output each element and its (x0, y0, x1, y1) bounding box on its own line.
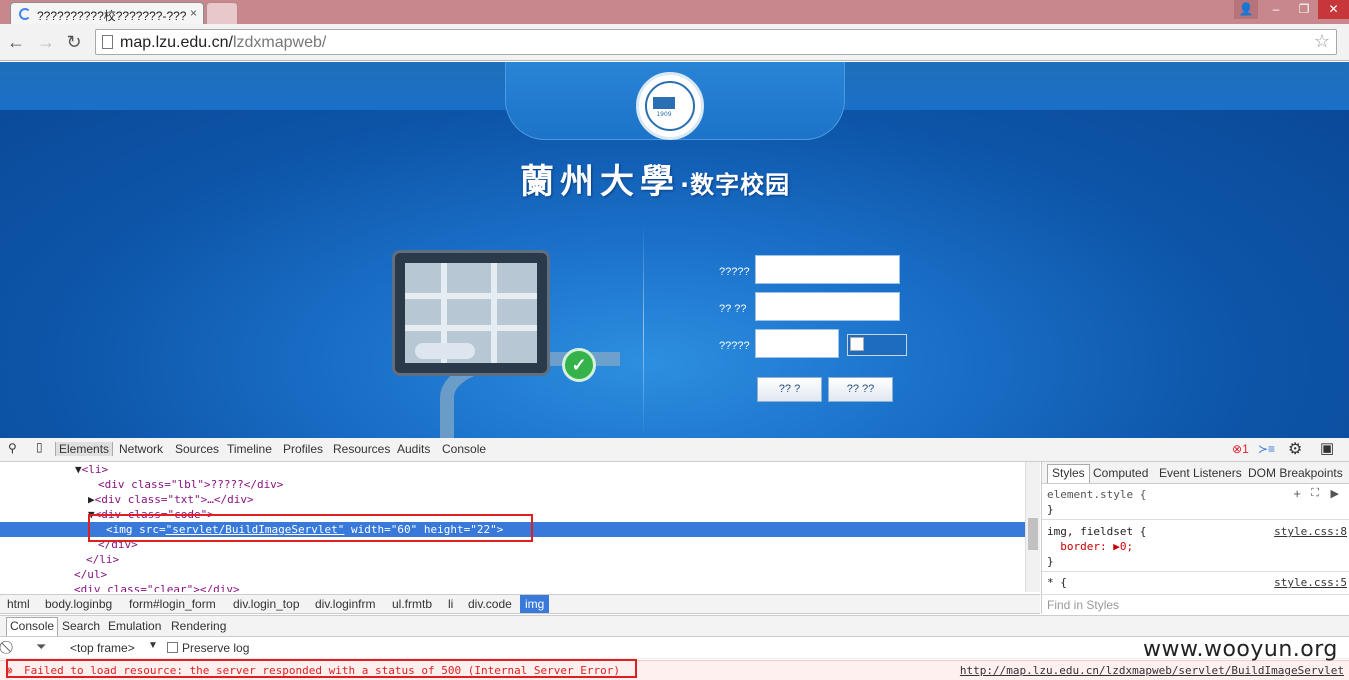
tab-dom-breakpoints[interactable]: DOM Breakpoints (1248, 466, 1343, 480)
rule-universal-selector[interactable]: * { (1047, 576, 1067, 589)
drawer-tab-emulation[interactable]: Emulation (108, 619, 161, 633)
site-title: 蘭州大學·数字校园 (520, 162, 791, 202)
dock-side-icon[interactable]: ▣ (1320, 439, 1334, 457)
toggle-state-icon[interactable]: ⛶ (1311, 487, 1319, 500)
crumb-li[interactable]: li (448, 597, 453, 611)
tab-sources[interactable]: Sources (175, 442, 219, 456)
elements-scrollbar[interactable] (1025, 462, 1040, 592)
tab-event-listeners[interactable]: Event Listeners (1159, 466, 1242, 480)
styles-pane: Styles Computed Event Listeners DOM Brea… (1041, 462, 1349, 614)
bookmark-star-icon[interactable]: ☆ (1314, 31, 1330, 52)
tab-resources[interactable]: Resources (333, 442, 390, 456)
login-page: 1909 蘭州大學·数字校园 ✓ ????? ?? ?? ????? ?? ? … (0, 62, 1349, 438)
crumb-ul-frmtb[interactable]: ul.frmtb (392, 597, 432, 611)
reset-button[interactable]: ?? ?? (828, 377, 893, 402)
add-rule-icon[interactable]: + (1293, 486, 1301, 501)
find-in-styles-input[interactable]: Find in Styles (1047, 598, 1119, 612)
rule-img-fieldset-selector[interactable]: img, fieldset { (1047, 525, 1146, 538)
browser-tab-active[interactable]: ??????????校???????-??? × (10, 2, 204, 24)
tab-computed[interactable]: Computed (1093, 466, 1148, 480)
console-error-source-link[interactable]: http://map.lzu.edu.cn/lzdxmapweb/servlet… (960, 664, 1344, 677)
tab-console[interactable]: Console (442, 442, 486, 456)
tab-audits[interactable]: Audits (397, 442, 430, 456)
dom-node-div-txt[interactable]: ▶<div class="txt">…</div> (88, 492, 1040, 507)
browser-toolbar: ← → ↻ map.lzu.edu.cn/lzdxmapweb/ ☆ (0, 24, 1349, 61)
drawer-toggle-icon[interactable]: ≻≡ (1258, 442, 1275, 456)
crumb-form[interactable]: form#login_form (129, 597, 216, 611)
loading-spinner-icon (19, 8, 31, 20)
verification-code-label: ????? (719, 340, 750, 352)
drawer-tab-console[interactable]: Console (6, 617, 59, 636)
username-input[interactable] (755, 255, 900, 284)
address-url: map.lzu.edu.cn/lzdxmapweb/ (120, 34, 327, 51)
check-icon: ✓ (562, 348, 596, 382)
highlight-box-console-error (6, 659, 637, 678)
dom-node-ul-close[interactable]: </ul> (74, 567, 1040, 582)
highlight-box-img-node (88, 514, 533, 542)
crumb-div-code[interactable]: div.code (468, 597, 512, 611)
breadcrumb: html body.loginbg form#login_form div.lo… (0, 594, 1040, 614)
devtools-toolbar: ⚲ ▯ Elements Network Sources Timeline Pr… (0, 438, 1349, 462)
crumb-body[interactable]: body.loginbg (45, 597, 112, 611)
drawer-tabs: Console Search Emulation Rendering (0, 615, 1349, 637)
new-tab-button[interactable] (206, 2, 238, 24)
preserve-log-checkbox[interactable] (167, 642, 178, 653)
divider (643, 222, 644, 438)
minimize-button[interactable]: ‒ (1262, 0, 1290, 19)
tab-timeline[interactable]: Timeline (227, 442, 272, 456)
university-seal-logo: 1909 (636, 72, 704, 140)
tab-close-icon[interactable]: × (190, 6, 197, 20)
rule-border-property[interactable]: border: ▶0; (1047, 540, 1133, 553)
frame-dropdown-icon[interactable]: ▼ (148, 640, 158, 651)
filter-icon[interactable]: ⏷ (36, 639, 46, 655)
captcha-image[interactable] (847, 334, 907, 356)
broken-image-icon (850, 337, 864, 351)
crumb-img[interactable]: img (520, 595, 550, 613)
watermark: www.wooyun.org (1143, 637, 1338, 662)
reload-icon[interactable]: ↻ (64, 32, 84, 52)
element-style-selector[interactable]: element.style { (1047, 488, 1146, 501)
error-count-badge[interactable]: ⊗1 (1232, 442, 1249, 456)
tab-profiles[interactable]: Profiles (283, 442, 323, 456)
dom-node-li-close[interactable]: </li> (86, 552, 1040, 567)
user-profile-icon[interactable]: 👤 (1234, 0, 1258, 19)
tab-styles[interactable]: Styles (1047, 464, 1090, 483)
tab-title: ??????????校???????-??? (37, 9, 187, 23)
device-mode-icon[interactable]: ▯ (36, 440, 43, 454)
crumb-div-loginfrm[interactable]: div.loginfrm (315, 597, 375, 611)
rule-img-fieldset-close: } (1047, 555, 1054, 568)
crumb-html[interactable]: html (7, 597, 30, 611)
dom-node-div-clear[interactable]: <div class="clear"></div> (74, 582, 1040, 592)
animation-play-icon[interactable]: ▶ (1331, 487, 1339, 500)
tab-network[interactable]: Network (119, 442, 163, 456)
back-icon[interactable]: ← (6, 32, 26, 52)
tab-elements[interactable]: Elements (55, 442, 114, 456)
rule-img-fieldset-source[interactable]: style.css:8 (1274, 525, 1347, 538)
restore-button[interactable]: ❐ (1290, 0, 1318, 19)
drawer-tab-rendering[interactable]: Rendering (171, 619, 226, 633)
rule-universal-source[interactable]: style.css:5 (1274, 576, 1347, 589)
element-style-close: } (1047, 503, 1054, 516)
password-input[interactable] (755, 292, 900, 321)
password-label: ?? ?? (719, 303, 747, 315)
dom-node-li[interactable]: ▼<li> (75, 462, 1040, 477)
username-label: ????? (719, 266, 750, 278)
browser-title-bar: ??????????校???????-??? × 👤 ‒ ❐ ✕ (0, 0, 1349, 24)
dom-node-div-lbl[interactable]: <div class="lbl">?????</div> (98, 477, 1040, 492)
forward-icon[interactable]: → (36, 32, 56, 52)
address-bar[interactable]: map.lzu.edu.cn/lzdxmapweb/ ☆ (95, 29, 1337, 55)
crumb-div-login-top[interactable]: div.login_top (233, 597, 300, 611)
login-button[interactable]: ?? ? (757, 377, 822, 402)
close-window-button[interactable]: ✕ (1318, 0, 1349, 19)
verification-code-input[interactable] (755, 329, 839, 358)
drawer-tab-search[interactable]: Search (62, 619, 100, 633)
tablet-map-illustration (392, 250, 550, 376)
settings-gear-icon[interactable]: ⚙ (1288, 439, 1302, 459)
frame-selector[interactable]: <top frame> (70, 641, 135, 655)
page-icon (102, 35, 113, 49)
styles-tabs: Styles Computed Event Listeners DOM Brea… (1042, 462, 1349, 484)
preserve-log-label: Preserve log (182, 641, 250, 655)
inspect-search-icon[interactable]: ⚲ (8, 441, 17, 455)
